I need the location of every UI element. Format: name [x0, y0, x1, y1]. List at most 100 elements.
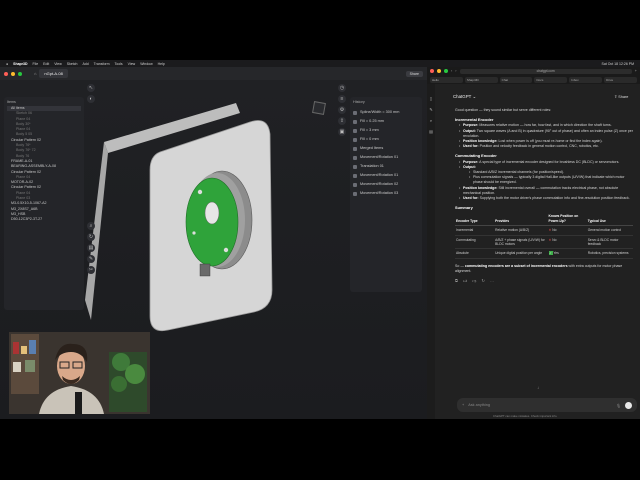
back-icon[interactable]: ‹	[451, 69, 452, 73]
scroll-down-icon[interactable]: ↓	[537, 385, 539, 390]
document-tab[interactable]: nGpt-A-08	[39, 69, 68, 78]
menubar-clock[interactable]: Sat Oct 18 12:26 PM	[602, 62, 635, 66]
plus-icon[interactable]: +	[462, 403, 464, 407]
table-cell-use: General motion control	[586, 225, 633, 236]
history-row-label: Fill = 0.25 mm	[360, 119, 384, 123]
voice-mode-button[interactable]	[625, 401, 632, 409]
menubar-item[interactable]: Help	[158, 62, 165, 66]
share-button[interactable]: Share	[405, 70, 423, 77]
menubar-item[interactable]: Tools	[115, 62, 123, 66]
table-cell-knows: ✕ No	[547, 225, 587, 236]
history-row[interactable]: Fill = 3 mm	[353, 126, 419, 135]
menubar-item[interactable]: View	[54, 62, 62, 66]
encoder-screw-hole	[223, 247, 229, 253]
history-row[interactable]: Translation 01	[353, 162, 419, 171]
close-window-button[interactable]	[430, 69, 434, 73]
menubar-item[interactable]: Sketch	[67, 62, 78, 66]
menubar-item[interactable]: Window	[140, 62, 152, 66]
history-icon[interactable]: ◷	[338, 84, 346, 92]
bullet-value: A special type of incremental encoder de…	[479, 159, 620, 164]
regenerate-icon[interactable]: ↻	[481, 278, 486, 283]
cut-icon[interactable]: ✂	[87, 266, 95, 274]
search-chats-icon[interactable]: ⌕	[430, 118, 432, 123]
menubar-item[interactable]: Add	[82, 62, 88, 66]
chat-input[interactable]: + Ask anything 🎙︎	[457, 398, 637, 412]
address-bar[interactable]: chatgpt.com	[459, 68, 632, 74]
history-row-label: Merged Items	[360, 146, 384, 150]
history-row[interactable]: Merged Items	[353, 144, 419, 153]
browser-tab[interactable]: Inbox	[569, 76, 603, 83]
minimize-window-button[interactable]	[437, 69, 441, 73]
bullet-value: Supplying both the motor driver's phase …	[479, 196, 630, 201]
history-step-icon	[353, 128, 357, 133]
menubar-app-name[interactable]: Shapr3D	[13, 62, 27, 66]
bullet-item: Output: Two square waves (A and B) in qu…	[459, 129, 633, 139]
browser-tab[interactable]: Docs	[534, 76, 568, 83]
history-row[interactable]: Movement/Rotation 02	[353, 180, 419, 189]
settings-icon[interactable]: ⚙	[338, 106, 346, 114]
select-tool-icon[interactable]: ↖	[87, 84, 95, 92]
browser-toolbar: ‹ › chatgpt.com +	[427, 67, 640, 75]
chatgpt-model-selector[interactable]: ChatGPT ⌄	[453, 94, 476, 100]
history-step-icon	[353, 119, 357, 124]
history-step-icon	[353, 137, 357, 142]
sketch-icon[interactable]: ✎	[87, 255, 95, 263]
history-row[interactable]: Movement/Rotation 03	[353, 189, 419, 198]
minimize-window-button[interactable]	[11, 71, 15, 76]
history-header: History	[353, 100, 365, 104]
disclaimer: ChatGPT can make mistakes. Check importa…	[493, 414, 558, 418]
forward-icon[interactable]: ›	[455, 69, 456, 73]
browser-tabs: Hello Shapr3D Chat Docs Inbox Drive	[427, 75, 640, 84]
copy-icon[interactable]: ⧉	[455, 278, 460, 283]
table-cell-provides: A/B/Z + phase signals (U/V/W) for BLDC m…	[494, 235, 548, 250]
table-cell-type: Absolute	[455, 248, 495, 259]
bullet-key: Purpose:	[463, 123, 479, 128]
bullet-key: Used for:	[463, 196, 479, 201]
measure-icon[interactable]: ▤	[87, 244, 95, 252]
close-window-button[interactable]	[4, 71, 8, 76]
menubar-item[interactable]: Edit	[43, 62, 49, 66]
history-row[interactable]: Spline/Width = 300 mm	[353, 108, 419, 117]
maximize-window-button[interactable]	[18, 71, 22, 76]
chat-input-placeholder[interactable]: Ask anything	[468, 403, 612, 407]
microphone-icon[interactable]: 🎙︎	[616, 403, 621, 408]
layers-icon[interactable]: ≡	[338, 95, 346, 103]
menubar-item[interactable]: View	[128, 62, 136, 66]
view-cube-icon[interactable]	[312, 101, 326, 115]
history-row[interactable]: Movement/Rotation 01	[353, 171, 419, 180]
new-tab-icon[interactable]: +	[635, 69, 637, 73]
browser-tab[interactable]: Chat	[499, 76, 533, 83]
table-header-row: Encoder Type Provides Knows Position on …	[455, 213, 633, 227]
share-label: Share	[618, 95, 629, 99]
chat-share-button[interactable]: ⇪ Share	[614, 94, 628, 99]
menubar-item[interactable]: Transform	[94, 62, 110, 66]
menubar-item[interactable]: File	[33, 62, 39, 66]
sidebar-toggle-icon[interactable]: ▯	[430, 96, 432, 101]
more-icon[interactable]: …	[490, 278, 496, 283]
browser-tab[interactable]: Shapr3D	[464, 76, 498, 83]
home-icon[interactable]: ⌂	[34, 71, 36, 76]
encoder-connector[interactable]	[199, 263, 211, 277]
maximize-window-button[interactable]	[444, 69, 448, 73]
library-icon[interactable]: ▤	[429, 129, 433, 134]
history-step-icon	[353, 173, 357, 178]
item-row[interactable]: D50-12C3P2-3T-27	[7, 217, 81, 222]
new-chat-icon[interactable]: ✎	[429, 107, 432, 112]
thumbs-up-icon[interactable]: 👍︎	[463, 278, 469, 283]
shelf-item	[13, 342, 19, 354]
history-row[interactable]: Movement/Rotation 01	[353, 153, 419, 162]
history-row[interactable]: Fill = 0.25 mm	[353, 117, 419, 126]
export-icon[interactable]: ⇪	[338, 117, 346, 125]
history-row[interactable]: Fill = 0 mm	[353, 135, 419, 144]
bullet-item: Used for: Position and velocity feedback…	[459, 144, 633, 149]
search-icon[interactable]: ⌕	[87, 222, 95, 230]
browser-tab[interactable]: Hello	[430, 76, 463, 83]
display-icon[interactable]: ▣	[338, 128, 346, 136]
browser-tab[interactable]: Drive	[604, 76, 637, 83]
apple-icon[interactable]: ●	[6, 62, 8, 66]
view-settings-icon[interactable]: ◐	[87, 95, 95, 103]
bullet-value: Position and velocity feedback in genera…	[479, 144, 599, 149]
rotate-icon[interactable]: ↻	[87, 233, 95, 241]
thumbs-down-icon[interactable]: 👎︎	[472, 278, 478, 283]
conclusion: So — commutating encoders are a subset o…	[455, 264, 633, 274]
